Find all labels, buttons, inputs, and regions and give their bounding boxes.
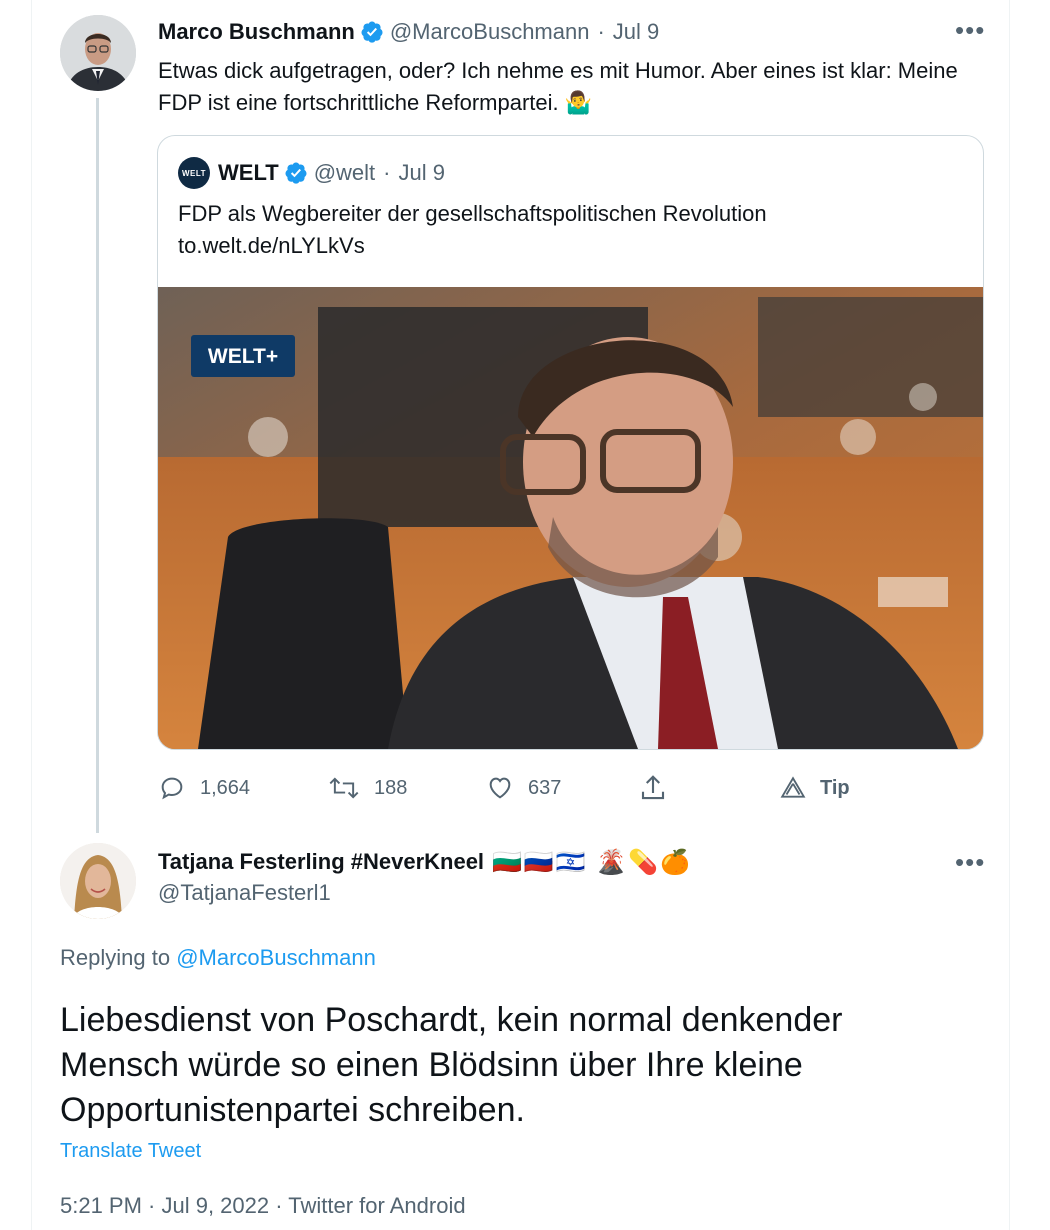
quoted-headline: FDP als Wegbereiter der gesellschaftspol… [178,201,767,226]
reply-button[interactable]: 1,664 [158,770,250,806]
tweet-header: Marco Buschmann @MarcoBuschmann · Jul 9 [158,17,659,47]
verified-icon [361,21,383,43]
translate-tweet-link[interactable]: Translate Tweet [60,1140,201,1163]
avatar[interactable] [60,15,136,91]
like-button[interactable]: 637 [486,770,561,806]
verified-icon [285,162,307,184]
reply-author-row: Tatjana Festerling #NeverKneel 🇧🇬🇷🇺🇮🇱 🌋💊… [158,846,692,878]
separator-dot: · [383,160,391,185]
quoted-tweet-header: WELT WELT @welt · Jul 9 [178,157,445,189]
heart-icon [489,777,511,799]
reply-count: 1,664 [200,776,251,799]
replying-to: Replying to @MarcoBuschmann [60,945,376,971]
timeline-border-right [1009,0,1010,1230]
replying-to-link[interactable]: @MarcoBuschmann [176,945,376,970]
retweet-button[interactable]: 188 [328,770,407,806]
thread-line [96,98,99,833]
name-emojis: 🇧🇬🇷🇺🇮🇱 🌋💊🍊 [492,848,693,876]
author-name[interactable]: Marco Buschmann [158,19,355,45]
tweet-timestamp[interactable]: 5:21 PM · Jul 9, 2022 · Twitter for Andr… [60,1193,466,1219]
quoted-tweet-date: Jul 9 [398,160,445,185]
tweet-text: Etwas dick aufgetragen, oder? Ich nehme … [158,58,958,115]
tip-label: Tip [820,776,850,799]
quoted-tweet-text: FDP als Wegbereiter der gesellschaftspol… [178,198,958,262]
reply-author-handle[interactable]: @TatjanaFesterl1 [158,880,331,906]
reply-icon [161,777,183,800]
reply-author-name[interactable]: Tatjana Festerling #NeverKneel [158,849,484,875]
retweet-count: 188 [374,776,408,799]
tweet-date[interactable]: Jul 9 [613,19,659,45]
timeline-border-left [31,0,32,1230]
article-photo[interactable]: WELT+ [158,287,983,749]
reply-text: Liebesdienst von Poschardt, kein normal … [60,1001,843,1129]
avatar[interactable] [60,843,136,919]
more-options-icon[interactable]: ••• [955,849,985,875]
welt-plus-badge: WELT+ [208,345,278,368]
quoted-tweet[interactable]: WELT WELT @welt · Jul 9 FDP als Wegberei… [157,135,984,750]
quoted-link[interactable]: to.welt.de/nLYLkVs [178,230,958,262]
separator-dot: · [597,19,605,44]
share-button[interactable] [638,770,682,806]
quoted-author-handle: @welt [313,160,376,185]
tweet-actions: 1,664 188 637 Tip [158,770,858,806]
share-icon [641,775,665,800]
author-handle[interactable]: @MarcoBuschmann [390,19,590,45]
retweet-icon [329,777,359,799]
like-count: 637 [528,776,562,799]
welt-avatar: WELT [178,157,210,189]
tip-icon [780,776,806,798]
tip-button[interactable]: Tip [780,770,850,806]
more-options-icon[interactable]: ••• [955,17,985,43]
quoted-author-name: WELT [218,160,279,185]
replying-prefix: Replying to [60,945,171,970]
